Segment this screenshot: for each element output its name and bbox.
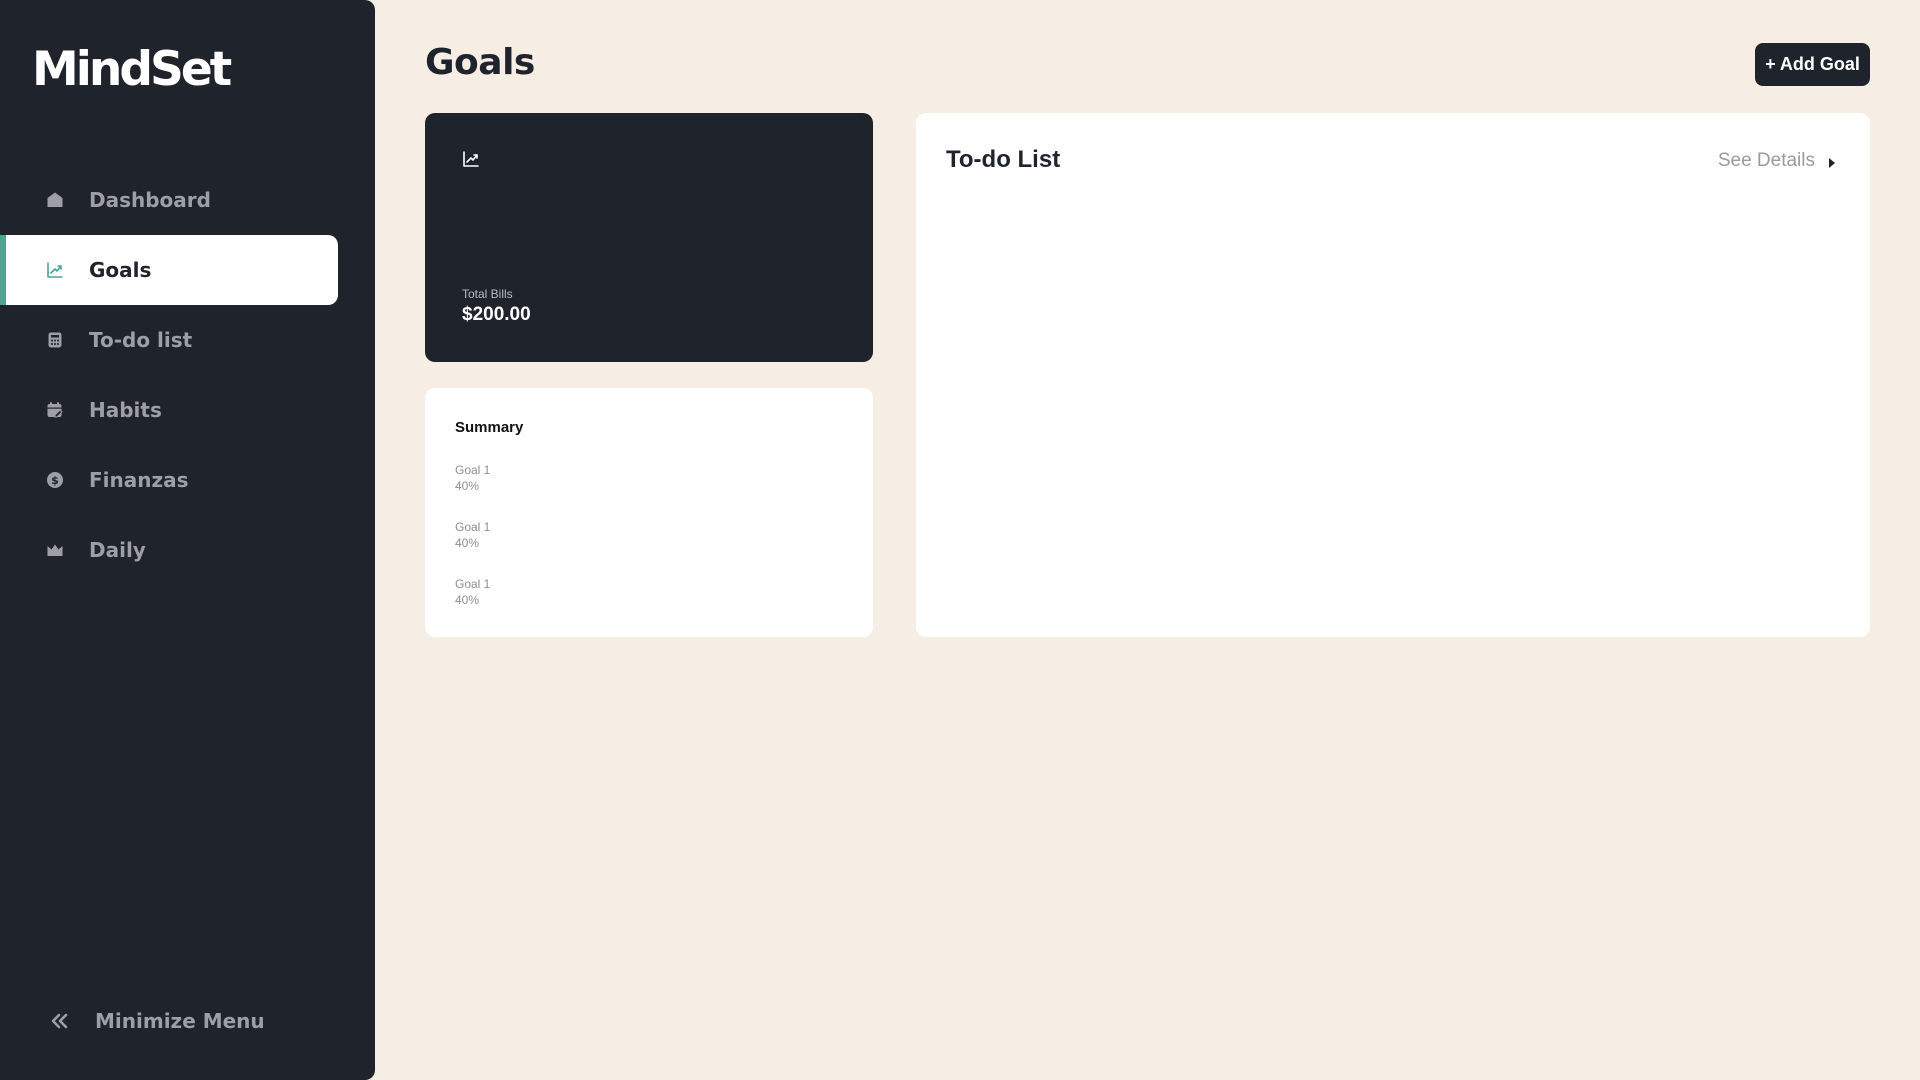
crown-icon xyxy=(46,541,64,559)
sidebar-nav: Dashboard Goals To-do list Habits $ Fina… xyxy=(0,165,375,585)
sidebar: MindSet Dashboard Goals To-do list Habit… xyxy=(0,0,375,1080)
app-logo: MindSet xyxy=(32,42,232,97)
sidebar-item-goals[interactable]: Goals xyxy=(0,235,338,305)
total-bills-value: $200.00 xyxy=(462,304,531,325)
sidebar-item-finanzas[interactable]: $ Finanzas xyxy=(0,445,338,515)
sidebar-item-habits[interactable]: Habits xyxy=(0,375,338,445)
summary-title: Summary xyxy=(455,419,524,436)
calculator-icon xyxy=(46,331,64,349)
sidebar-item-label: To-do list xyxy=(89,328,193,352)
sidebar-item-todo[interactable]: To-do list xyxy=(0,305,338,375)
page-title: Goals xyxy=(425,42,535,83)
sidebar-item-label: Goals xyxy=(89,258,152,282)
caret-right-icon xyxy=(1827,154,1837,168)
see-details-link[interactable]: See Details xyxy=(1718,150,1837,172)
total-bills-label: Total Bills xyxy=(462,287,513,301)
home-icon xyxy=(46,191,64,209)
trending-up-icon xyxy=(46,261,64,279)
double-chevron-left-icon xyxy=(48,1010,70,1032)
summary-list: Goal 1 40% Goal 1 40% Goal 1 40% xyxy=(455,462,490,633)
svg-text:$: $ xyxy=(51,474,59,487)
dollar-circle-icon: $ xyxy=(46,471,64,489)
sidebar-item-label: Finanzas xyxy=(89,468,189,492)
goal-name: Goal 1 xyxy=(455,577,491,591)
goal-percent: 40% xyxy=(455,479,480,493)
goal-percent: 40% xyxy=(455,593,480,607)
goal-percent: 40% xyxy=(455,536,480,550)
sidebar-item-label: Habits xyxy=(89,398,162,422)
minimize-menu-label: Minimize Menu xyxy=(95,1009,265,1033)
sidebar-item-label: Dashboard xyxy=(89,188,211,212)
sidebar-item-daily[interactable]: Daily xyxy=(0,515,338,585)
trending-up-icon xyxy=(462,150,480,168)
summary-goal-item: Goal 1 40% xyxy=(455,462,490,519)
goal-name: Goal 1 xyxy=(455,463,491,477)
summary-card: Summary Goal 1 40% Goal 1 40% Goal 1 40% xyxy=(425,388,873,637)
summary-goal-item: Goal 1 40% xyxy=(455,519,490,576)
calendar-edit-icon xyxy=(46,401,64,419)
summary-goal-item: Goal 1 40% xyxy=(455,576,490,633)
todo-list-title: To-do List xyxy=(946,146,1061,173)
goal-name: Goal 1 xyxy=(455,520,491,534)
todo-list-card: To-do List See Details xyxy=(916,113,1870,637)
see-details-label: See Details xyxy=(1717,150,1815,171)
sidebar-item-label: Daily xyxy=(89,538,146,562)
total-bills-card: Total Bills $200.00 xyxy=(425,113,873,362)
add-goal-button[interactable]: + Add Goal xyxy=(1755,43,1870,86)
minimize-menu-button[interactable]: Minimize Menu xyxy=(48,1006,265,1036)
sidebar-item-dashboard[interactable]: Dashboard xyxy=(0,165,338,235)
